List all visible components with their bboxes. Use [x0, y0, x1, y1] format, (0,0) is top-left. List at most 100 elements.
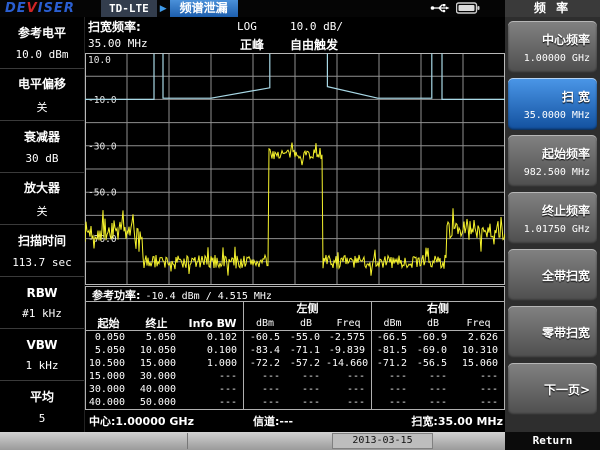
sweep-freq-label: 扫宽频率:: [88, 18, 141, 35]
sidebar-item-label: RBW: [27, 286, 58, 300]
footer-bar: 中心:1.00000 GHz 信道:--- 扫宽:35.00 MHz: [85, 411, 505, 432]
table-cell: 15.060: [453, 357, 504, 370]
softkey-label: 零带扫宽: [542, 324, 590, 341]
table-cell: ---: [453, 383, 504, 396]
table-cell: ---: [243, 396, 286, 409]
sidebar-item-value: 关: [37, 99, 48, 115]
table-cell: -69.0: [413, 344, 453, 357]
table-cell: ---: [286, 383, 326, 396]
table-column-header: 终止: [131, 316, 182, 331]
y-axis-tick-label: -50.0: [88, 188, 117, 199]
table-cell: 0.050: [86, 331, 131, 344]
scale-mode: LOG: [237, 20, 257, 33]
softkey-3[interactable]: 起始频率982.500 MHz: [508, 135, 597, 187]
analyzer-screen: DEVISER TD-LTE ▶ 频谱泄漏 频 率 参考电平10.0 dBm电平…: [0, 0, 600, 450]
y-axis-tick-label: 10.0: [88, 55, 111, 66]
table-cell: ---: [286, 396, 326, 409]
table-cell: 2.626: [453, 331, 504, 344]
table-column-header: dB: [286, 316, 326, 331]
table-cell: ---: [413, 383, 453, 396]
table-cell: ---: [326, 370, 371, 383]
top-bar: DEVISER TD-LTE ▶ 频谱泄漏 频 率: [0, 0, 600, 17]
sidebar-item-label: 扫描时间: [18, 232, 66, 249]
table-cell: ---: [371, 383, 413, 396]
softkey-label: 中心频率: [542, 31, 590, 48]
sidebar-item: 平均5: [0, 381, 84, 432]
table-cell: -71.1: [286, 344, 326, 357]
sidebar-item-label: 平均: [30, 388, 54, 405]
sidebar-item-value: 10.0 dBm: [16, 48, 69, 61]
softkey-4[interactable]: 终止频率 1.01750 GHz: [508, 192, 597, 244]
table-cell: -81.5: [371, 344, 413, 357]
system-icons: [430, 2, 480, 14]
sidebar-item: VBW 1 kHz: [0, 329, 84, 381]
table-cell: -83.4: [243, 344, 286, 357]
y-axis-tick-label: -30.0: [88, 141, 117, 152]
table-cell: 0.100: [182, 344, 243, 357]
tab-td-lte[interactable]: TD-LTE: [101, 0, 157, 17]
softkey-label: 终止频率: [542, 202, 590, 219]
table-cell: ---: [371, 396, 413, 409]
table-cell: ---: [243, 383, 286, 396]
softkey-label: 扫 宽: [562, 88, 590, 105]
sidebar-item-value: 关: [37, 203, 48, 219]
table-cell: 10.310: [453, 344, 504, 357]
logo-v: V: [27, 1, 38, 16]
table-cell: -9.839: [326, 344, 371, 357]
table-cell: ---: [182, 370, 243, 383]
table-cell: -66.5: [371, 331, 413, 344]
sidebar-item-label: 衰减器: [24, 128, 60, 145]
table-cell: 30.000: [131, 370, 182, 383]
table-cell: ---: [286, 370, 326, 383]
table-column-header: dBm: [371, 316, 413, 331]
table-cell: 10.050: [131, 344, 182, 357]
table-cell: -71.2: [371, 357, 413, 370]
table-cell: -60.5: [243, 331, 286, 344]
return-button[interactable]: Return: [505, 432, 600, 450]
table-cell: ---: [453, 396, 504, 409]
tab-spectrum-leakage[interactable]: 频谱泄漏: [170, 0, 238, 17]
softkey-value: 982.500 MHz: [524, 167, 590, 178]
softkey-1[interactable]: 中心频率 1.00000 GHz: [508, 21, 597, 73]
table-cell: -72.2: [243, 357, 286, 370]
table-cell: -60.9: [413, 331, 453, 344]
table-column-header: dB: [413, 316, 453, 331]
right-panel-title: 频 率: [505, 0, 600, 17]
table-cell: ---: [453, 370, 504, 383]
logo-text-2: ISER: [38, 1, 75, 16]
sidebar-item: RBW#1 kHz: [0, 277, 84, 329]
table-group-header: 右侧: [371, 302, 504, 316]
detector-mode: 正峰: [240, 36, 264, 53]
table-cell: 15.000: [131, 357, 182, 370]
softkey-6[interactable]: 零带扫宽: [508, 306, 597, 358]
softkey-value: 1.01750 GHz: [524, 224, 590, 235]
status-bar: 2013-03-15 17:21:15: [0, 432, 505, 450]
sidebar-item-label: 参考电平: [18, 24, 66, 41]
table-cell: ---: [413, 370, 453, 383]
logo-text: DE: [5, 1, 27, 16]
sidebar-item-value: 1 kHz: [25, 359, 58, 372]
footer-span: 扫宽:35.00 MHz: [411, 413, 503, 429]
softkey-2[interactable]: 扫 宽35.0000 MHz: [508, 78, 597, 130]
spectrum-chart: 10.0-10.0-30.0-50.0-70.0: [85, 53, 505, 285]
table-column-header: Freq: [453, 316, 504, 331]
table-column-header: Info BW: [182, 316, 243, 331]
timestamp: 2013-03-15 17:21:15: [332, 433, 433, 449]
main-area: 扫宽频率: 35.00 MHz LOG 10.0 dB/ 正峰 自由触发 10.…: [85, 17, 505, 432]
softkey-panel: 中心频率 1.00000 GHz 扫 宽35.0000 MHz起始频率982.500…: [505, 17, 600, 432]
table-column-header: 起始: [86, 316, 131, 331]
table-cell: -56.5: [413, 357, 453, 370]
table-column-header: Freq: [326, 316, 371, 331]
softkey-value: 1.00000 GHz: [524, 53, 590, 64]
table-cell: -2.575: [326, 331, 371, 344]
sidebar-item: 扫描时间113.7 sec: [0, 225, 84, 277]
table-cell: ---: [326, 383, 371, 396]
table-cell: ---: [326, 396, 371, 409]
table-cell: ---: [371, 370, 413, 383]
softkey-5[interactable]: 全带扫宽: [508, 249, 597, 301]
softkey-7[interactable]: 下一页>: [508, 363, 597, 415]
sidebar-item-label: VBW: [26, 338, 57, 352]
table-cell: 30.000: [86, 383, 131, 396]
table-cell: ---: [413, 396, 453, 409]
table-cell: 50.000: [131, 396, 182, 409]
